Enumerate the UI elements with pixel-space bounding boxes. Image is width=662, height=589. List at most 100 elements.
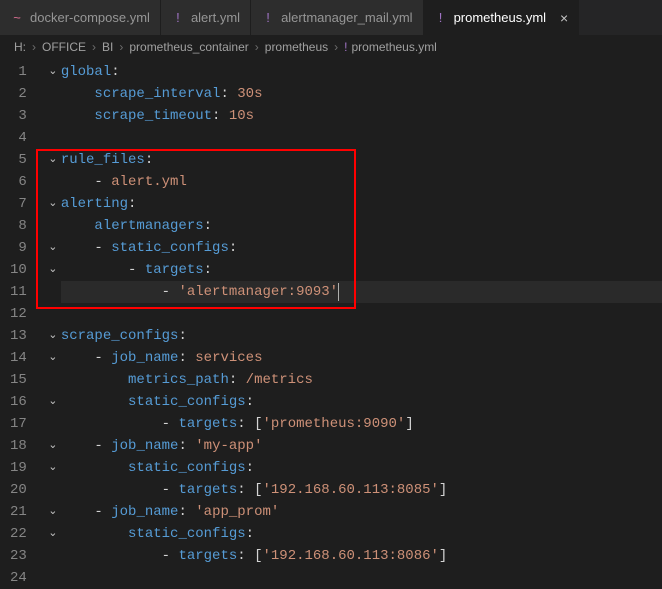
fold-toggle-icon[interactable]: ⌄ — [45, 435, 61, 457]
token: ] — [439, 545, 447, 567]
token: : — [204, 259, 212, 281]
code-line[interactable]: global: — [61, 61, 662, 83]
breadcrumb-segment[interactable]: BI — [102, 40, 113, 54]
line-number: 3 — [10, 105, 27, 127]
line-number: 4 — [10, 127, 27, 149]
line-number: 5 — [10, 149, 27, 171]
token: : — [111, 61, 119, 83]
close-icon[interactable]: × — [560, 10, 568, 26]
editor-scrollbar[interactable] — [650, 60, 660, 570]
code-line[interactable]: rule_files: — [61, 149, 662, 171]
code-line[interactable]: - job_name: 'app_prom' — [61, 501, 662, 523]
breadcrumb-drive[interactable]: H: — [14, 40, 26, 54]
token: - — [94, 435, 111, 457]
code-line[interactable]: scrape_interval: 30s — [61, 83, 662, 105]
token: job_name — [111, 435, 178, 457]
token: - — [94, 501, 111, 523]
token: static_configs — [128, 523, 246, 545]
token: - — [162, 413, 179, 435]
code-line[interactable]: - static_configs: — [61, 237, 662, 259]
token: : — [128, 193, 136, 215]
token: [ — [254, 479, 262, 501]
token: scrape_interval — [94, 83, 220, 105]
token: job_name — [111, 501, 178, 523]
code-line[interactable]: metrics_path: /metrics — [61, 369, 662, 391]
token: alertmanagers — [94, 215, 203, 237]
code-line[interactable]: static_configs: — [61, 391, 662, 413]
token: - — [94, 347, 111, 369]
code-line[interactable]: static_configs: — [61, 523, 662, 545]
code-line[interactable]: - job_name: services — [61, 347, 662, 369]
code-line[interactable]: - targets: ['prometheus:9090'] — [61, 413, 662, 435]
fold-spacer — [45, 303, 61, 325]
code-line[interactable] — [61, 567, 662, 589]
token: : — [237, 413, 254, 435]
chevron-right-icon: › — [119, 40, 123, 54]
line-number: 11 — [10, 281, 27, 303]
line-number: 18 — [10, 435, 27, 457]
code-line[interactable]: - job_name: 'my-app' — [61, 435, 662, 457]
tab-label: alert.yml — [191, 10, 240, 25]
code-line[interactable]: alertmanagers: — [61, 215, 662, 237]
token: - — [128, 259, 145, 281]
token: targets — [178, 413, 237, 435]
code-line[interactable]: scrape_configs: — [61, 325, 662, 347]
tab-alert-yml[interactable]: !alert.yml — [161, 0, 251, 35]
fold-toggle-icon[interactable]: ⌄ — [45, 149, 61, 171]
line-number: 17 — [10, 413, 27, 435]
code-line[interactable]: scrape_timeout: 10s — [61, 105, 662, 127]
token: : — [246, 457, 254, 479]
breadcrumb-segment[interactable]: prometheus — [265, 40, 328, 54]
token: - — [94, 237, 111, 259]
code-content[interactable]: global: scrape_interval: 30s scrape_time… — [61, 61, 662, 589]
code-line[interactable]: - alert.yml — [61, 171, 662, 193]
code-editor[interactable]: 123456789101112131415161718192021222324 … — [0, 59, 662, 589]
code-line[interactable] — [61, 127, 662, 149]
token: global — [61, 61, 111, 83]
breadcrumb-segment[interactable]: OFFICE — [42, 40, 86, 54]
line-number: 20 — [10, 479, 27, 501]
fold-toggle-icon[interactable]: ⌄ — [45, 259, 61, 281]
token: '192.168.60.113:8086' — [262, 545, 438, 567]
fold-spacer — [45, 281, 61, 303]
token: 'my-app' — [195, 435, 262, 457]
line-number: 23 — [10, 545, 27, 567]
code-line[interactable] — [61, 303, 662, 325]
token: services — [195, 347, 262, 369]
breadcrumb-file[interactable]: prometheus.yml — [351, 40, 436, 54]
fold-toggle-icon[interactable]: ⌄ — [45, 523, 61, 545]
fold-toggle-icon[interactable]: ⌄ — [45, 193, 61, 215]
fold-toggle-icon[interactable]: ⌄ — [45, 61, 61, 83]
token: - — [162, 281, 179, 303]
tab-docker-compose-yml[interactable]: ~docker-compose.yml — [0, 0, 161, 35]
token: : — [178, 501, 195, 523]
token: 'app_prom' — [195, 501, 279, 523]
tab-prometheus-yml[interactable]: !prometheus.yml× — [424, 0, 580, 35]
text-cursor — [338, 283, 339, 301]
line-number-gutter: 123456789101112131415161718192021222324 — [0, 61, 45, 589]
fold-column[interactable]: ⌄⌄⌄⌄⌄⌄⌄⌄⌄⌄⌄⌄ — [45, 61, 61, 589]
code-line[interactable]: - targets: ['192.168.60.113:8085'] — [61, 479, 662, 501]
tab-alertmanager-mail-yml[interactable]: !alertmanager_mail.yml — [251, 0, 424, 35]
line-number: 7 — [10, 193, 27, 215]
token: 30s — [237, 83, 262, 105]
fold-toggle-icon[interactable]: ⌄ — [45, 237, 61, 259]
token: targets — [178, 545, 237, 567]
fold-spacer — [45, 105, 61, 127]
line-number: 2 — [10, 83, 27, 105]
fold-toggle-icon[interactable]: ⌄ — [45, 391, 61, 413]
fold-toggle-icon[interactable]: ⌄ — [45, 457, 61, 479]
fold-toggle-icon[interactable]: ⌄ — [45, 501, 61, 523]
breadcrumb[interactable]: H:›OFFICE›BI›prometheus_container›promet… — [0, 35, 662, 59]
fold-spacer — [45, 127, 61, 149]
token: - — [94, 171, 111, 193]
code-line[interactable]: - targets: ['192.168.60.113:8086'] — [61, 545, 662, 567]
code-line[interactable]: - targets: — [61, 259, 662, 281]
code-line[interactable]: - 'alertmanager:9093' — [61, 281, 662, 303]
fold-toggle-icon[interactable]: ⌄ — [45, 325, 61, 347]
code-line[interactable]: alerting: — [61, 193, 662, 215]
fold-toggle-icon[interactable]: ⌄ — [45, 347, 61, 369]
token: ] — [439, 479, 447, 501]
code-line[interactable]: static_configs: — [61, 457, 662, 479]
breadcrumb-segment[interactable]: prometheus_container — [129, 40, 248, 54]
